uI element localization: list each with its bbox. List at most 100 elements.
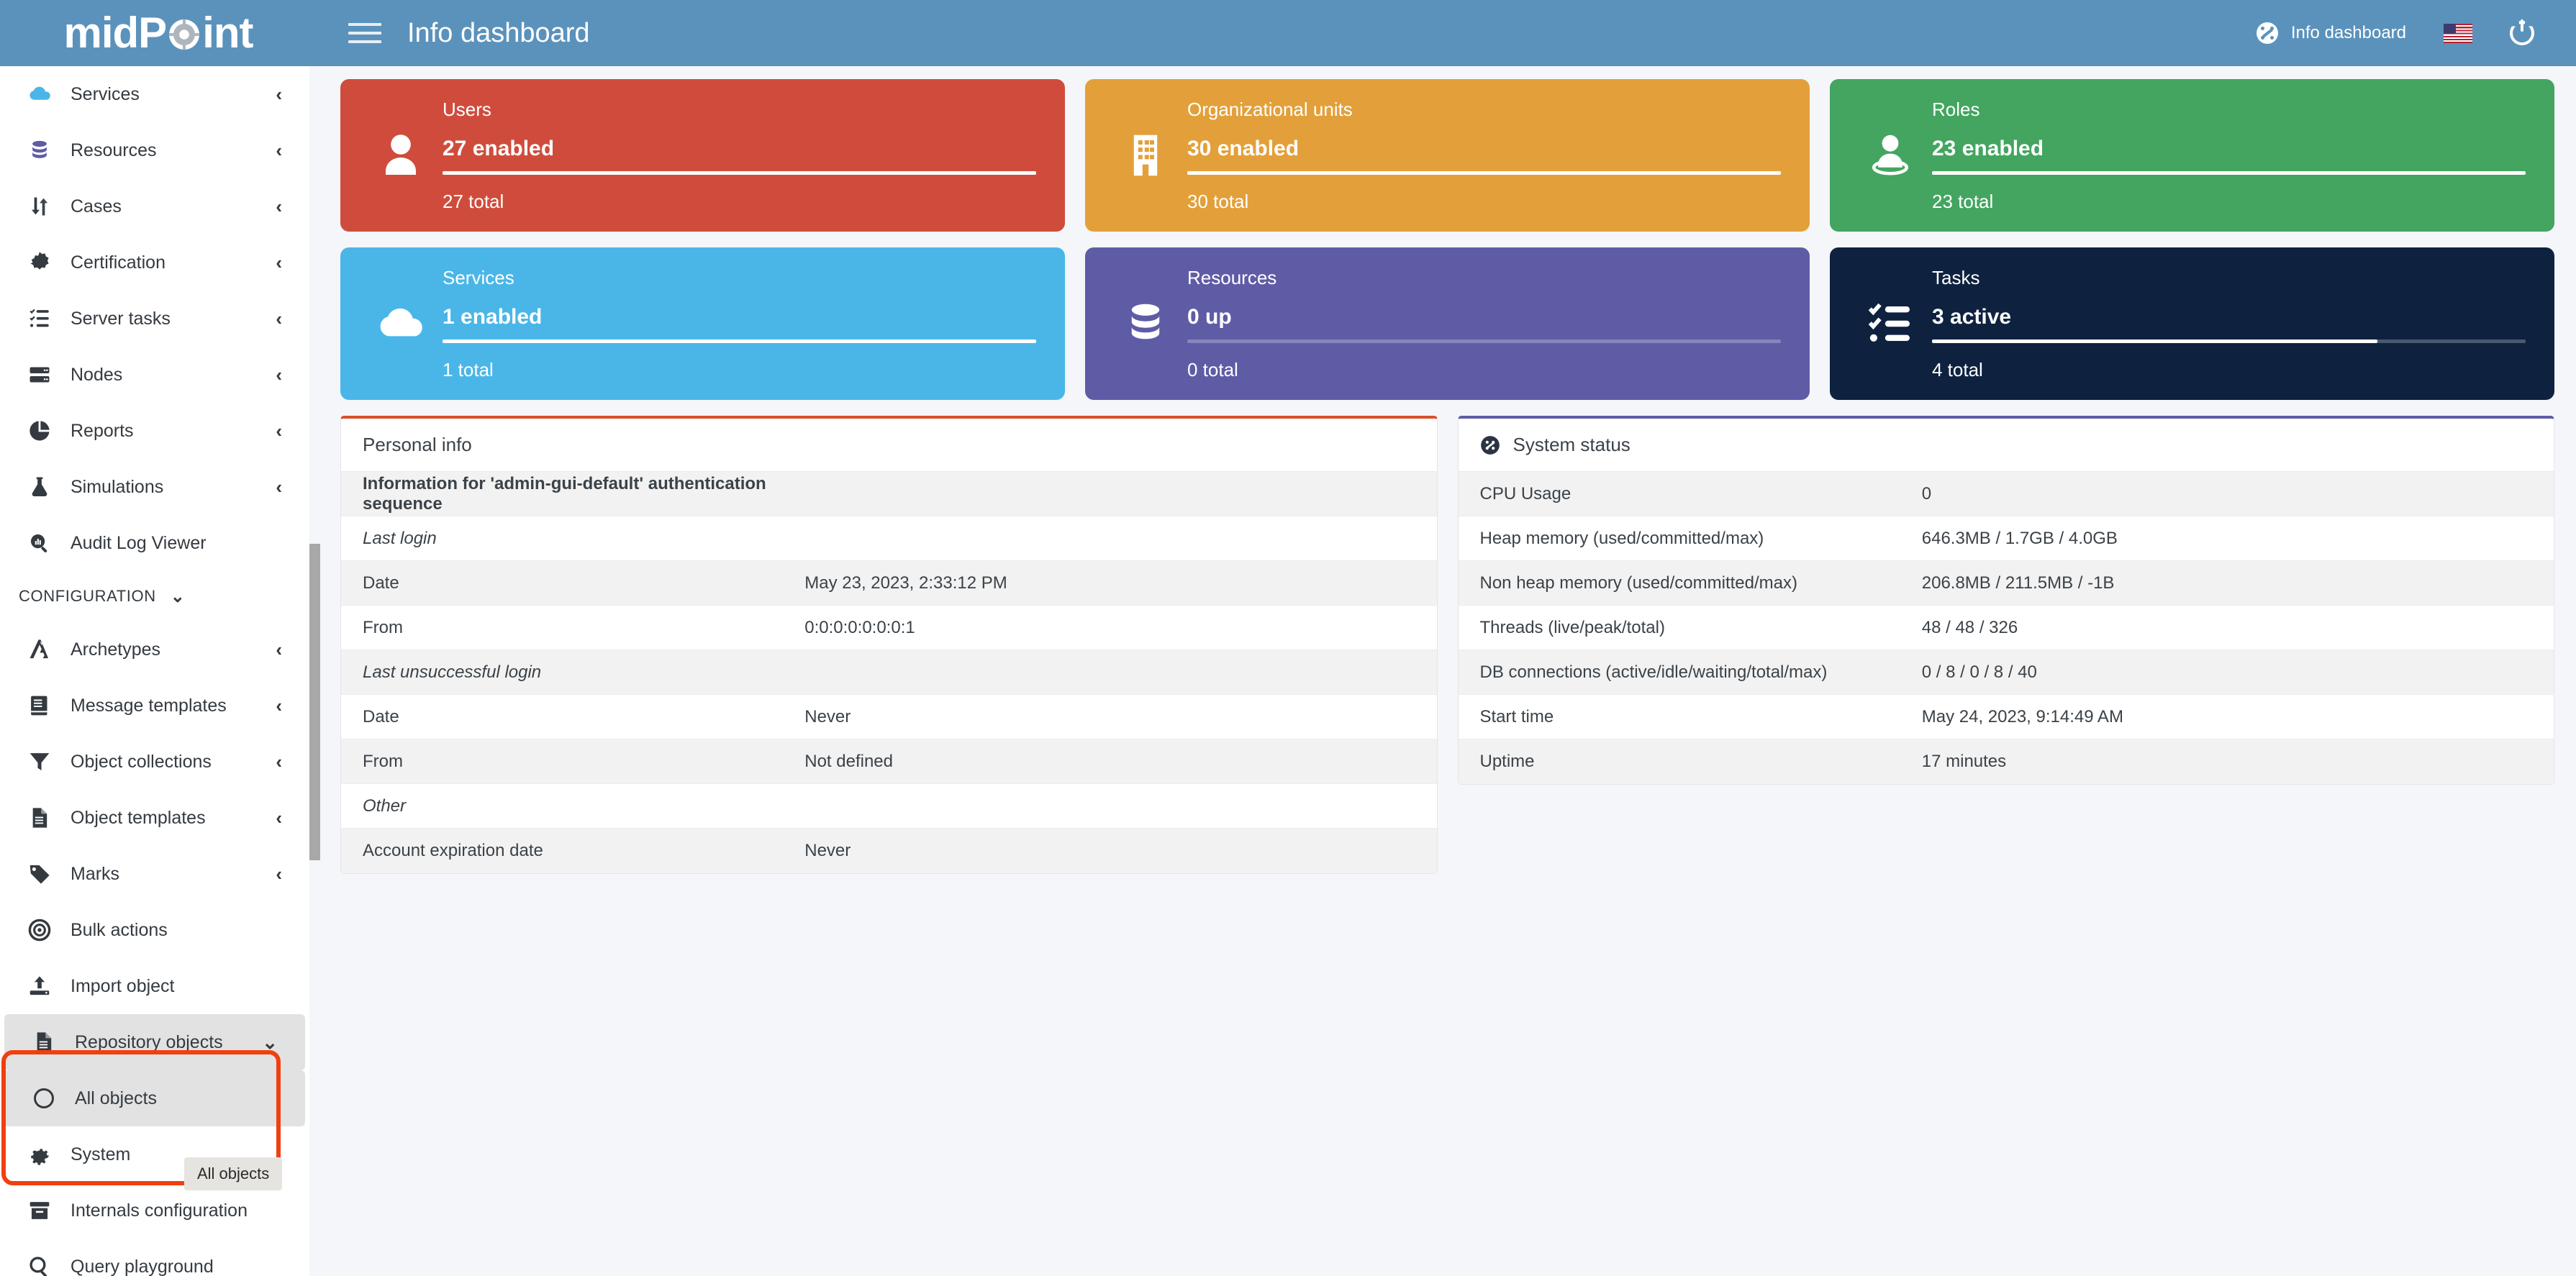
summary-card-organizational-units[interactable]: Organizational units30 enabled30 total — [1085, 79, 1810, 232]
hamburger-icon[interactable] — [348, 17, 381, 50]
sidebar-item-marks[interactable]: Marks ‹ — [0, 846, 309, 902]
brand-logo[interactable]: midP — [0, 0, 317, 66]
chevron-left-icon[interactable]: ‹ — [276, 196, 282, 218]
sidebar-item-services[interactable]: Services‹ — [0, 66, 309, 122]
system-status-row: Heap memory (used/committed/max)646.3MB … — [1459, 516, 2554, 561]
sidebar-item-resources[interactable]: Resources‹ — [0, 122, 309, 178]
sidebar-section-configuration[interactable]: CONFIGURATION ⌄ — [0, 571, 309, 621]
chevron-left-icon[interactable]: ‹ — [276, 83, 282, 106]
summary-card-progress — [443, 171, 1036, 175]
sidebar-item-label: Reports — [71, 421, 134, 442]
power-icon[interactable] — [2510, 21, 2534, 45]
summary-card-services[interactable]: Services1 enabled1 total — [340, 247, 1065, 400]
sidebar-scrollbar-thumb[interactable] — [309, 544, 320, 860]
chevron-left-icon[interactable]: ‹ — [276, 807, 282, 829]
sidebar-item-label: Internals configuration — [71, 1200, 248, 1221]
search-icon — [24, 1254, 55, 1276]
chevron-left-icon[interactable]: ‹ — [276, 863, 282, 885]
server-icon — [24, 363, 55, 387]
certificate-icon — [24, 250, 55, 275]
sidebar-item-server-tasks[interactable]: Server tasks ‹ — [0, 291, 309, 347]
summary-card-resources[interactable]: Resources0 up0 total — [1085, 247, 1810, 400]
sidebar-item-label: Marks — [71, 864, 119, 885]
summary-card-main-value: 27 enabled — [443, 137, 1036, 161]
system-status-row: Start timeMay 24, 2023, 9:14:49 AM — [1459, 695, 2554, 739]
summary-card-tasks[interactable]: Tasks3 active4 total — [1830, 247, 2554, 400]
summary-card-progress — [1932, 171, 2526, 175]
row-key: Date — [363, 707, 804, 727]
personal-info-row: Account expiration dateNever — [341, 829, 1437, 873]
chevron-left-icon[interactable]: ‹ — [276, 695, 282, 717]
personal-info-row: Information for 'admin-gui-default' auth… — [341, 472, 1437, 516]
chevron-down-icon[interactable]: ⌄ — [171, 586, 185, 607]
personal-info-header: Personal info — [341, 419, 1437, 472]
sidebar-item-label: Nodes — [71, 365, 122, 386]
row-value: 48 / 48 / 326 — [1922, 618, 2532, 638]
sidebar-item-audit-log-viewer[interactable]: Audit Log Viewer — [0, 515, 309, 571]
personal-info-panel: Personal info Information for 'admin-gui… — [340, 416, 1438, 874]
sidebar-item-query-playground[interactable]: Query playground — [0, 1239, 309, 1276]
topbar-right-group: Info dashboard — [2257, 21, 2576, 45]
sidebar-item-message-templates[interactable]: Message templates‹ — [0, 678, 309, 734]
sidebar-item-reports[interactable]: Reports ‹ — [0, 403, 309, 459]
sidebar-item-label: Query playground — [71, 1257, 214, 1276]
sidebar-item-object-templates[interactable]: Object templates‹ — [0, 790, 309, 846]
chevron-left-icon[interactable]: ‹ — [276, 751, 282, 773]
system-status-header: System status — [1459, 419, 2554, 472]
sidebar-item-cases[interactable]: Cases‹ — [0, 178, 309, 234]
chevron-left-icon[interactable]: ‹ — [276, 308, 282, 330]
chevron-left-icon[interactable]: ‹ — [276, 252, 282, 274]
summary-card-main-value: 23 enabled — [1932, 137, 2526, 161]
sidebar-scrollbar-track[interactable] — [309, 66, 320, 1276]
sidebar-item-archetypes[interactable]: Archetypes‹ — [0, 621, 309, 678]
personal-info-rows: Information for 'admin-gui-default' auth… — [341, 472, 1437, 873]
sidebar-item-internals-configuration[interactable]: Internals configuration — [0, 1182, 309, 1239]
database-icon — [24, 138, 55, 163]
sidebar-item-object-collections[interactable]: Object collections‹ — [0, 734, 309, 790]
row-key: DB connections (active/idle/waiting/tota… — [1480, 662, 1922, 683]
sidebar-item-nodes[interactable]: Nodes ‹ — [0, 347, 309, 403]
panels-row: Personal info Information for 'admin-gui… — [340, 416, 2554, 874]
dashboard-icon — [1480, 435, 1500, 455]
summary-card-title: Tasks — [1932, 267, 2526, 289]
row-key: CPU Usage — [1480, 484, 1922, 504]
pie-chart-icon — [24, 419, 55, 443]
sidebar-item-label: Server tasks — [71, 309, 171, 329]
sidebar-item-repository-objects[interactable]: Repository objects ⌄ — [4, 1014, 305, 1070]
row-value: Not defined — [804, 752, 1415, 772]
system-status-rows: CPU Usage0Heap memory (used/committed/ma… — [1459, 472, 2554, 784]
sidebar-item-label: Import object — [71, 976, 175, 997]
main-content: Users27 enabled27 totalOrganizational un… — [320, 66, 2576, 1276]
personal-info-row: DateNever — [341, 695, 1437, 739]
sidebar-item-simulations[interactable]: Simulations‹ — [0, 459, 309, 515]
sidebar-item-import-object[interactable]: Import object — [0, 958, 309, 1014]
row-value: May 23, 2023, 2:33:12 PM — [804, 573, 1415, 593]
chevron-left-icon[interactable]: ‹ — [276, 476, 282, 498]
midpoint-admin-window: midP — [0, 0, 2576, 1276]
info-dashboard-link[interactable]: Info dashboard — [2257, 22, 2406, 44]
sidebar-section-label: CONFIGURATION — [19, 587, 156, 606]
sidebar-item-label: Repository objects — [75, 1032, 223, 1053]
top-navbar: midP — [0, 0, 2576, 66]
summary-card-total: 4 total — [1932, 359, 2526, 381]
chevron-left-icon[interactable]: ‹ — [276, 364, 282, 386]
sidebar-item-bulk-actions[interactable]: Bulk actions — [0, 902, 309, 958]
tasks-icon — [24, 306, 55, 331]
building-icon — [1111, 129, 1180, 181]
upload-icon — [24, 974, 55, 998]
sidebar-item-label: System — [71, 1144, 130, 1165]
exchange-icon — [24, 194, 55, 219]
summary-card-users[interactable]: Users27 enabled27 total — [340, 79, 1065, 232]
sidebar-item-certification[interactable]: Certification‹ — [0, 234, 309, 291]
us-flag-icon[interactable] — [2444, 24, 2472, 43]
sidebar-item-all-objects[interactable]: All objects — [4, 1070, 305, 1126]
chevron-left-icon[interactable]: ‹ — [276, 639, 282, 661]
summary-card-roles[interactable]: Roles23 enabled23 total — [1830, 79, 2554, 232]
system-status-title: System status — [1513, 434, 1631, 456]
role-icon — [1856, 129, 1925, 181]
chevron-left-icon[interactable]: ‹ — [276, 420, 282, 442]
database-icon — [1111, 298, 1180, 350]
bullseye-icon — [24, 918, 55, 942]
chevron-down-icon[interactable]: ⌄ — [262, 1031, 278, 1054]
chevron-left-icon[interactable]: ‹ — [276, 140, 282, 162]
